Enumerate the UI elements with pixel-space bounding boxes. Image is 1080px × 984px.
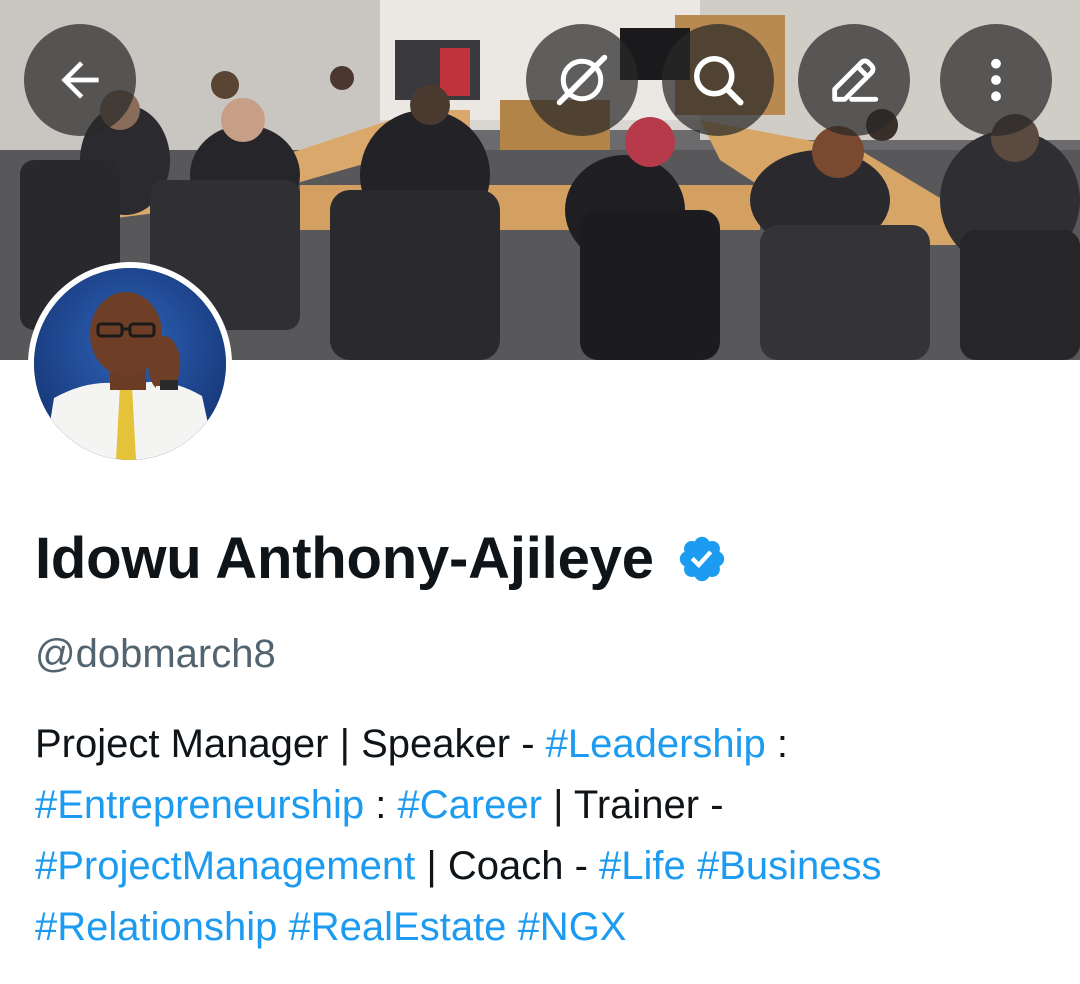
avatar[interactable] (28, 262, 232, 466)
grok-icon (556, 54, 608, 106)
avatar-photo (34, 268, 226, 460)
bio-text (686, 844, 697, 888)
display-name-row: Idowu Anthony-Ajileye (35, 524, 728, 594)
bio-text: : (364, 783, 398, 827)
hashtag-link[interactable]: #NGX (518, 905, 627, 949)
more-options-button[interactable] (940, 24, 1052, 136)
hashtag-link[interactable]: #Career (397, 783, 542, 827)
verified-badge-icon[interactable] (676, 533, 728, 585)
bio-line: #Entrepreneurship : #Career | Trainer - (35, 775, 1065, 836)
bio-text (277, 905, 288, 949)
grok-button[interactable] (526, 24, 638, 136)
search-button[interactable] (662, 24, 774, 136)
back-button[interactable] (24, 24, 136, 136)
user-handle: @dobmarch8 (35, 632, 276, 676)
bio-text: Project Manager | Speaker - (35, 722, 546, 766)
hashtag-link[interactable]: #Business (697, 844, 882, 888)
hashtag-link[interactable]: #Leadership (546, 722, 766, 766)
hashtag-link[interactable]: #Life (599, 844, 686, 888)
bio-text (506, 905, 517, 949)
hashtag-link[interactable]: #Relationship (35, 905, 277, 949)
bio-line: #Relationship #RealEstate #NGX (35, 897, 1065, 958)
more-vertical-icon (991, 58, 1001, 102)
edit-profile-button[interactable] (798, 24, 910, 136)
bio-text: : (765, 722, 789, 766)
edit-pencil-icon (832, 58, 879, 102)
display-name: Idowu Anthony-Ajileye (35, 526, 654, 591)
bio-text: | Trainer - (541, 783, 724, 827)
hashtag-link[interactable]: #ProjectManagement (35, 844, 415, 888)
back-arrow-icon (61, 61, 99, 99)
bio-line: #ProjectManagement | Coach - #Life #Busi… (35, 836, 1065, 897)
bio-text: | Coach - (415, 844, 600, 888)
bio-line: Project Manager | Speaker - #Leadership … (35, 714, 1065, 775)
profile-bio: Project Manager | Speaker - #Leadership … (35, 714, 1065, 958)
hashtag-link[interactable]: #Entrepreneurship (35, 783, 364, 827)
search-icon (694, 56, 744, 106)
hashtag-link[interactable]: #RealEstate (289, 905, 507, 949)
